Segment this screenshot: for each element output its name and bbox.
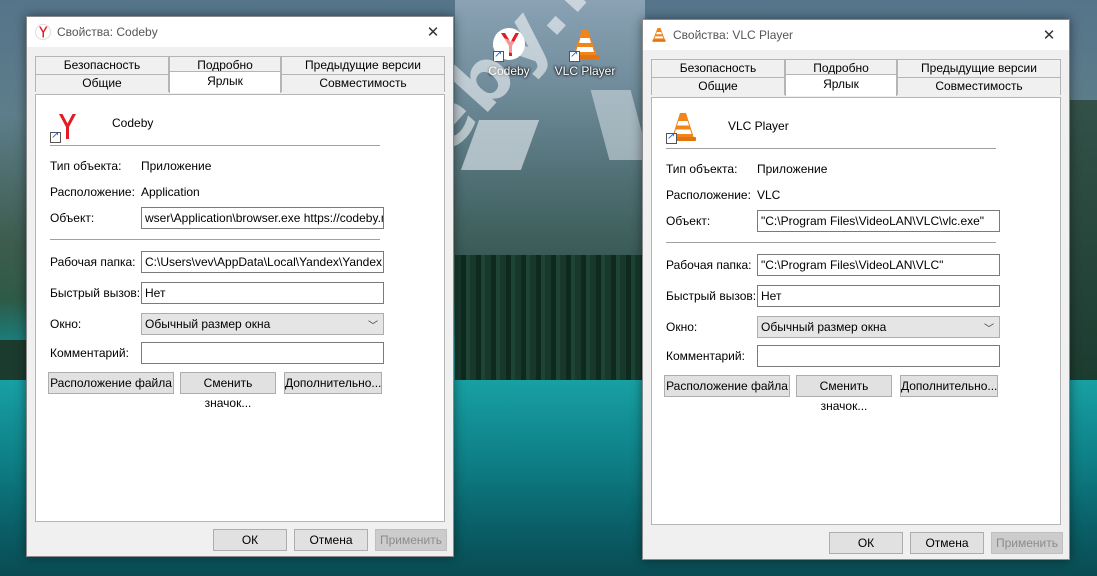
close-icon[interactable]: ✕ [413, 17, 453, 47]
label-working-folder: Рабочая папка: [50, 255, 136, 269]
chevron-down-icon: ﹀ [368, 321, 378, 332]
change-icon-button[interactable]: Сменить значок... [796, 375, 892, 413]
comment-field[interactable] [141, 342, 384, 364]
label-target: Объект: [666, 214, 711, 228]
working-folder-field[interactable]: "C:\Program Files\VideoLAN\VLC" [757, 254, 1000, 276]
label-object-type: Тип объекта: [666, 162, 738, 176]
tab-strip: Безопасность Подробно Предыдущие версии … [651, 50, 1061, 96]
shortcut-name: VLC Player [728, 119, 789, 133]
label-object-type: Тип объекта: [50, 159, 122, 173]
forest-backdrop [1068, 100, 1097, 400]
shortcut-arrow-icon [50, 130, 61, 143]
working-folder-field[interactable]: C:\Users\vev\AppData\Local\Yandex\Yandex… [141, 251, 384, 273]
desktop-icon-label: VLC Player [554, 64, 616, 78]
open-file-location-button[interactable]: Расположение файла [48, 372, 174, 394]
divider [666, 242, 996, 243]
window-mode-select[interactable]: Обычный размер окна ﹀ [757, 316, 1000, 338]
tab-shortcut[interactable]: Ярлык [785, 74, 897, 96]
window-mode-select[interactable]: Обычный размер окна ﹀ [141, 313, 384, 335]
tab-strip: Безопасность Подробно Предыдущие версии … [35, 47, 445, 93]
tab-security[interactable]: Безопасность [35, 56, 169, 74]
forest-backdrop [455, 255, 645, 385]
cancel-button[interactable]: Отмена [910, 532, 984, 554]
label-target: Объект: [50, 211, 95, 225]
app-icon [666, 110, 700, 144]
open-file-location-button[interactable]: Расположение файла [664, 375, 790, 397]
value-location: Application [141, 185, 200, 199]
tab-compatibility[interactable]: Совместимость [281, 74, 445, 92]
window-title: Свойства: VLC Player [673, 28, 794, 42]
target-field[interactable]: "C:\Program Files\VideoLAN\VLC\vlc.exe" [757, 210, 1000, 232]
label-location: Расположение: [666, 188, 751, 202]
cancel-button[interactable]: Отмена [294, 529, 368, 551]
label-working-folder: Рабочая папка: [666, 258, 752, 272]
window-title: Свойства: Codeby [57, 25, 158, 39]
shortcut-arrow-icon [493, 49, 504, 62]
shortcut-panel: VLC Player Тип объекта: Приложение Распо… [651, 97, 1061, 525]
hotkey-field[interactable]: Нет [141, 282, 384, 304]
ok-button[interactable]: ОК [829, 532, 903, 554]
window-mode-value: Обычный размер окна [145, 317, 271, 331]
label-comment: Комментарий: [50, 346, 129, 360]
ok-button[interactable]: ОК [213, 529, 287, 551]
value-object-type: Приложение [141, 159, 212, 173]
advanced-button[interactable]: Дополнительно... [900, 375, 998, 397]
apply-button: Применить [375, 529, 447, 551]
value-object-type: Приложение [757, 162, 828, 176]
vlc-cone-icon [652, 28, 666, 42]
desktop-icon-label: Codeby [488, 64, 530, 78]
tab-security[interactable]: Безопасность [651, 59, 785, 77]
yandex-browser-icon [35, 24, 51, 40]
advanced-button[interactable]: Дополнительно... [284, 372, 382, 394]
change-icon-button[interactable]: Сменить значок... [180, 372, 276, 410]
desktop-icon-vlc[interactable]: VLC Player [550, 26, 620, 78]
tab-shortcut[interactable]: Ярлык [169, 71, 281, 93]
tab-general[interactable]: Общие [651, 77, 785, 95]
chevron-down-icon: ﹀ [984, 324, 994, 335]
shortcut-name: Codeby [112, 116, 154, 130]
target-field[interactable]: wser\Application\browser.exe https://cod… [141, 207, 384, 229]
label-hotkey: Быстрый вызов: [666, 289, 757, 303]
label-window-mode: Окно: [50, 317, 82, 331]
label-window-mode: Окно: [666, 320, 698, 334]
value-location: VLC [757, 188, 781, 202]
divider [50, 145, 380, 146]
comment-field[interactable] [757, 345, 1000, 367]
tab-previous-versions[interactable]: Предыдущие версии [281, 56, 445, 74]
shortcut-arrow-icon [569, 49, 580, 62]
shortcut-panel: Codeby Тип объекта: Приложение Расположе… [35, 94, 445, 522]
properties-window-codeby: Свойства: Codeby ✕ Безопасность Подробно… [26, 16, 454, 557]
hotkey-field[interactable]: Нет [757, 285, 1000, 307]
tab-compatibility[interactable]: Совместимость [897, 77, 1061, 95]
app-icon [50, 109, 84, 143]
label-comment: Комментарий: [666, 349, 745, 363]
shortcut-arrow-icon [666, 131, 677, 144]
desktop-icon-codeby[interactable]: Codeby [474, 26, 544, 78]
divider [50, 239, 380, 240]
title-bar[interactable]: Свойства: VLC Player ✕ [643, 20, 1069, 50]
title-bar[interactable]: Свойства: Codeby ✕ [27, 17, 453, 47]
window-mode-value: Обычный размер окна [761, 320, 887, 334]
label-location: Расположение: [50, 185, 135, 199]
tab-previous-versions[interactable]: Предыдущие версии [897, 59, 1061, 77]
close-icon[interactable]: ✕ [1029, 20, 1069, 50]
apply-button: Применить [991, 532, 1063, 554]
properties-window-vlc: Свойства: VLC Player ✕ Безопасность Подр… [642, 19, 1070, 560]
label-hotkey: Быстрый вызов: [50, 286, 141, 300]
tab-general[interactable]: Общие [35, 74, 169, 92]
divider [666, 148, 996, 149]
